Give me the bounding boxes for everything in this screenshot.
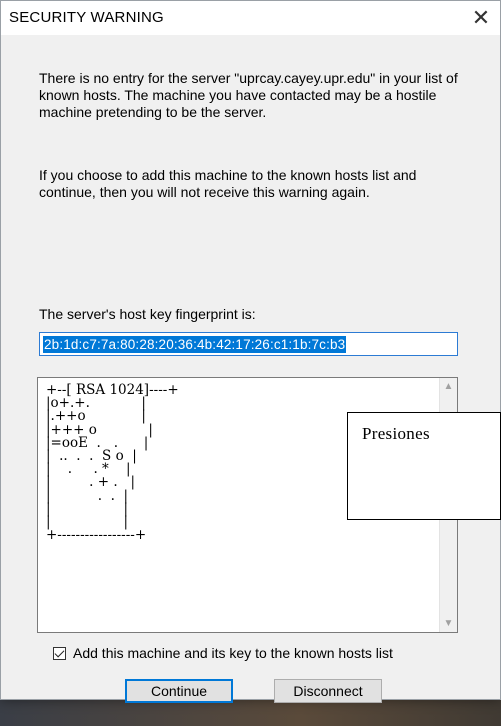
- security-warning-dialog: SECURITY WARNING ✕ There is no entry for…: [0, 0, 501, 703]
- fingerprint-label: The server's host key fingerprint is:: [39, 306, 256, 322]
- add-known-host-label[interactable]: Add this machine and its key to the know…: [73, 645, 393, 661]
- fingerprint-value[interactable]: 2b:1d:c7:7a:80:28:20:36:4b:42:17:26:c1:1…: [43, 336, 347, 353]
- scroll-up-arrow-icon[interactable]: ▲: [440, 378, 457, 395]
- disconnect-button[interactable]: Disconnect: [274, 679, 382, 703]
- continue-button[interactable]: Continue: [125, 679, 233, 703]
- overlay-callout: Presiones: [347, 412, 501, 520]
- randomart-text: +--[ RSA 1024]----+ |o+.+. | |.++o | |++…: [46, 382, 179, 544]
- add-known-host-option[interactable]: Add this machine and its key to the know…: [53, 644, 393, 662]
- warning-message: There is no entry for the server "uprcay…: [39, 70, 458, 120]
- overlay-text: Presiones: [362, 424, 430, 443]
- info-message: If you choose to add this machine to the…: [39, 167, 417, 200]
- fingerprint-field[interactable]: 2b:1d:c7:7a:80:28:20:36:4b:42:17:26:c1:1…: [39, 332, 458, 356]
- window-title: SECURITY WARNING: [9, 9, 164, 26]
- scroll-down-arrow-icon[interactable]: ▼: [440, 615, 457, 632]
- close-icon[interactable]: ✕: [466, 3, 496, 33]
- add-known-host-checkbox[interactable]: [53, 646, 66, 660]
- title-bar: SECURITY WARNING ✕: [1, 1, 500, 35]
